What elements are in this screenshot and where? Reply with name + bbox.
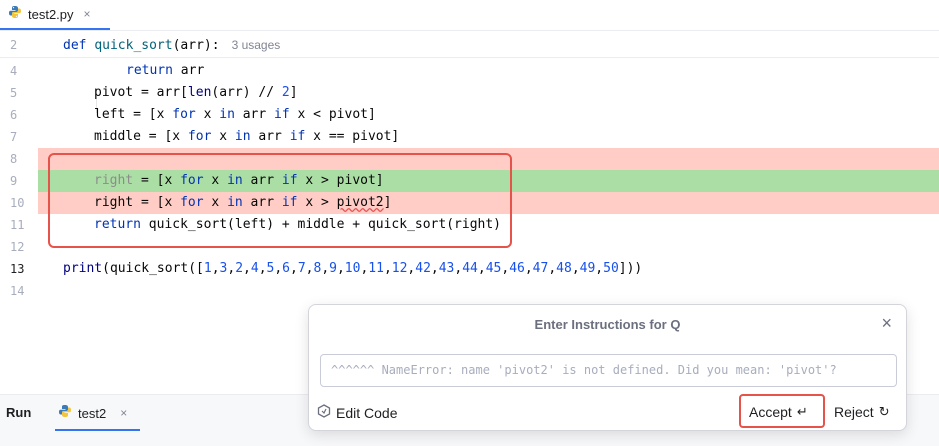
- undo-icon: ↻: [878, 404, 890, 419]
- instructions-input[interactable]: ^^^^^^ NameError: name 'pivot2' is not d…: [320, 354, 897, 387]
- line-code: left = [x for x in arr if x < pivot]: [94, 107, 376, 122]
- usages-hint[interactable]: 3 usages: [232, 38, 281, 52]
- line-number: 9: [0, 170, 38, 192]
- active-tab-indicator: [55, 429, 140, 431]
- run-label: Run: [6, 405, 32, 420]
- edit-code-button[interactable]: Edit Code: [317, 404, 397, 421]
- reject-button[interactable]: Reject ↻: [834, 404, 890, 420]
- enter-key-icon: ↵: [796, 404, 808, 419]
- code-line: 2 def quick_sort(arr): 3 usages: [0, 34, 939, 56]
- reject-label: Reject: [834, 404, 874, 420]
- line-number: 14: [10, 284, 25, 298]
- line-code: return arr: [126, 63, 205, 78]
- accept-label: Accept: [749, 404, 792, 420]
- line-number: 7: [10, 130, 18, 144]
- line-number: 11: [10, 218, 25, 232]
- code-line: 14: [0, 280, 939, 302]
- code-line: 13 print(quick_sort([1,3,2,4,5,6,7,8,9,1…: [0, 258, 939, 280]
- line-code: pivot = arr[len(arr) // 2]: [94, 85, 298, 100]
- line-number: 2: [10, 38, 18, 52]
- close-tab-icon[interactable]: ×: [84, 7, 91, 21]
- line-number: 12: [10, 240, 25, 254]
- python-file-icon: [8, 5, 22, 24]
- run-config-tab[interactable]: test2 ×: [50, 395, 140, 431]
- line-code: middle = [x for x in arr if x == pivot]: [94, 129, 400, 144]
- file-tab-test2[interactable]: test2.py ×: [0, 0, 110, 30]
- run-config-label: test2: [78, 405, 107, 421]
- line-code: print(quick_sort([1,3,2,4,5,6,7,8,9,10,1…: [63, 261, 643, 276]
- file-tab-label: test2.py: [28, 6, 74, 22]
- close-icon[interactable]: ×: [881, 314, 892, 332]
- code-line: 5 pivot = arr[len(arr) // 2]: [0, 82, 939, 104]
- hexagon-icon: [317, 404, 331, 421]
- popup-title: Enter Instructions for Q: [534, 317, 681, 332]
- code-line: 4 return arr: [0, 60, 939, 82]
- line-number: 4: [10, 64, 18, 78]
- line-number: 8: [0, 148, 38, 170]
- line-code: def quick_sort(arr): 3 usages: [63, 38, 281, 53]
- line-number: 13: [10, 262, 25, 276]
- edit-code-label: Edit Code: [336, 404, 398, 421]
- diff-highlight-box: [48, 153, 512, 248]
- q-instructions-popup: Enter Instructions for Q × ^^^^^^ NameEr…: [308, 304, 907, 431]
- line-number: 10: [0, 192, 38, 214]
- accept-button[interactable]: Accept ↵: [749, 404, 808, 420]
- close-run-tab-icon[interactable]: ×: [120, 406, 127, 420]
- folded-region-separator: [0, 57, 939, 58]
- line-number: 5: [10, 86, 18, 100]
- code-line: 6 left = [x for x in arr if x < pivot]: [0, 104, 939, 126]
- code-line: 7 middle = [x for x in arr if x == pivot…: [0, 126, 939, 148]
- line-number: 6: [10, 108, 18, 122]
- editor-tab-bar: test2.py ×: [0, 0, 939, 31]
- python-file-icon: [58, 404, 72, 423]
